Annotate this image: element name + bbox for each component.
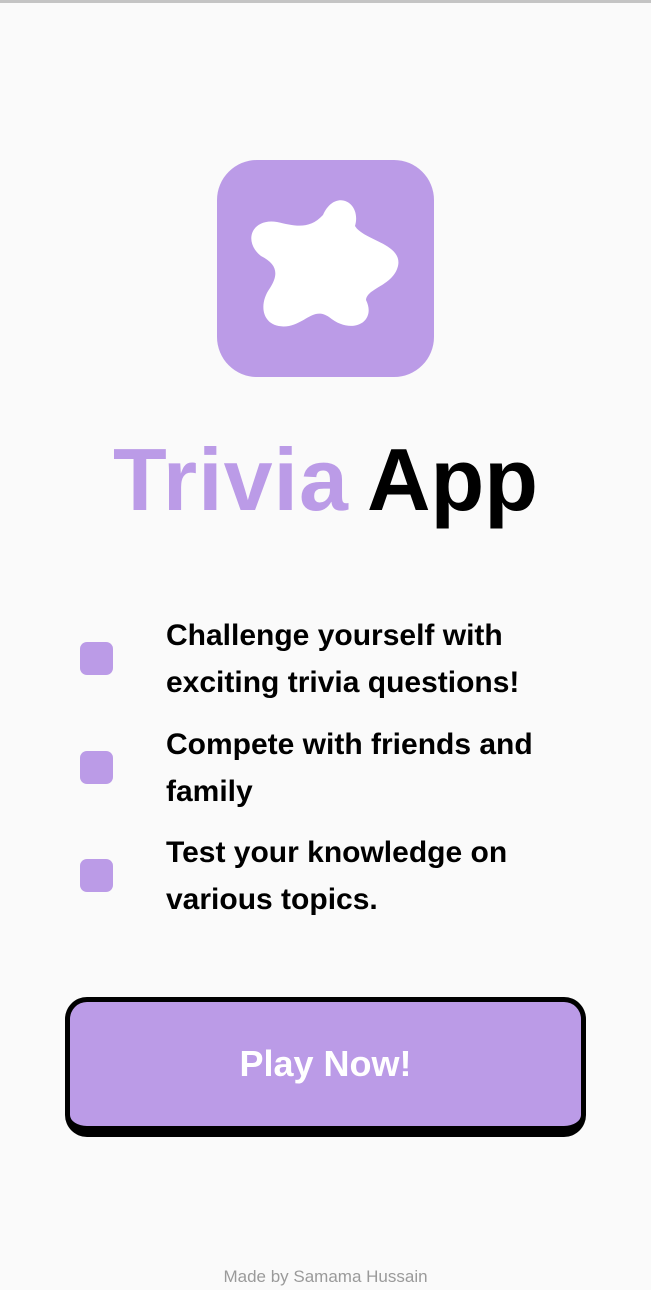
feature-text: Challenge yourself with exciting trivia … [166,619,520,699]
feature-item: Challenge yourself with exciting trivia … [0,612,651,712]
bullet-square-icon [80,859,113,892]
star-blob-icon [251,200,399,327]
feature-item: Test your knowledge on various topics. [0,829,651,929]
bullet-square-icon [80,751,113,784]
status-divider [0,0,651,3]
app-title-trivia: Trivia [113,430,349,529]
app-logo [217,160,434,377]
feature-text: Compete with friends and family [166,728,533,808]
footer-credit: Made by Samama Hussain [223,1267,428,1286]
feature-text: Test your knowledge on various topics. [166,836,508,916]
feature-item: Compete with friends and family [0,721,651,821]
play-now-button[interactable]: Play Now! [65,997,586,1137]
app-title: Trivia App [0,430,651,530]
app-title-app: App [366,430,538,529]
play-now-label: Play Now! [239,1043,412,1084]
bullet-square-icon [80,642,113,675]
